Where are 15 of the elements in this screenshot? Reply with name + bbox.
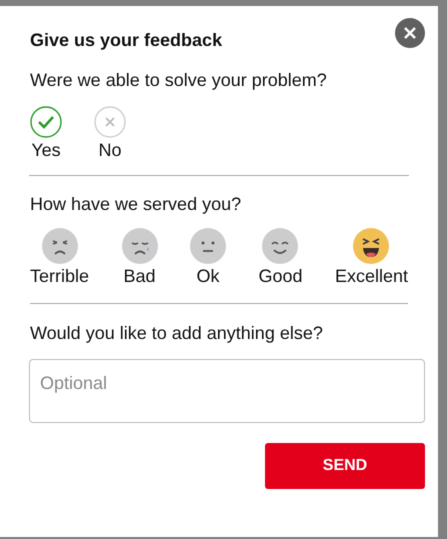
question-text: Would you like to add anything else? xyxy=(30,322,324,345)
rating-label[interactable]: Terrible xyxy=(30,265,90,287)
close-button[interactable] xyxy=(395,18,425,48)
rating-label[interactable]: Ok xyxy=(196,265,220,287)
option-label[interactable]: Yes xyxy=(31,139,61,161)
option-label[interactable]: No xyxy=(98,139,122,161)
rating-label[interactable]: Excellent xyxy=(334,265,408,287)
rating-label[interactable]: Good xyxy=(258,265,302,287)
question-text: How have we served you? xyxy=(30,193,242,216)
comment-field[interactable]: Optional xyxy=(29,359,425,423)
close-icon xyxy=(403,26,417,40)
rating-label[interactable]: Bad xyxy=(123,265,156,287)
dialog-title: Give us your feedback xyxy=(30,29,224,52)
question-text: Were we able to solve your problem? xyxy=(30,69,328,92)
send-button[interactable]: SEND xyxy=(265,443,425,489)
